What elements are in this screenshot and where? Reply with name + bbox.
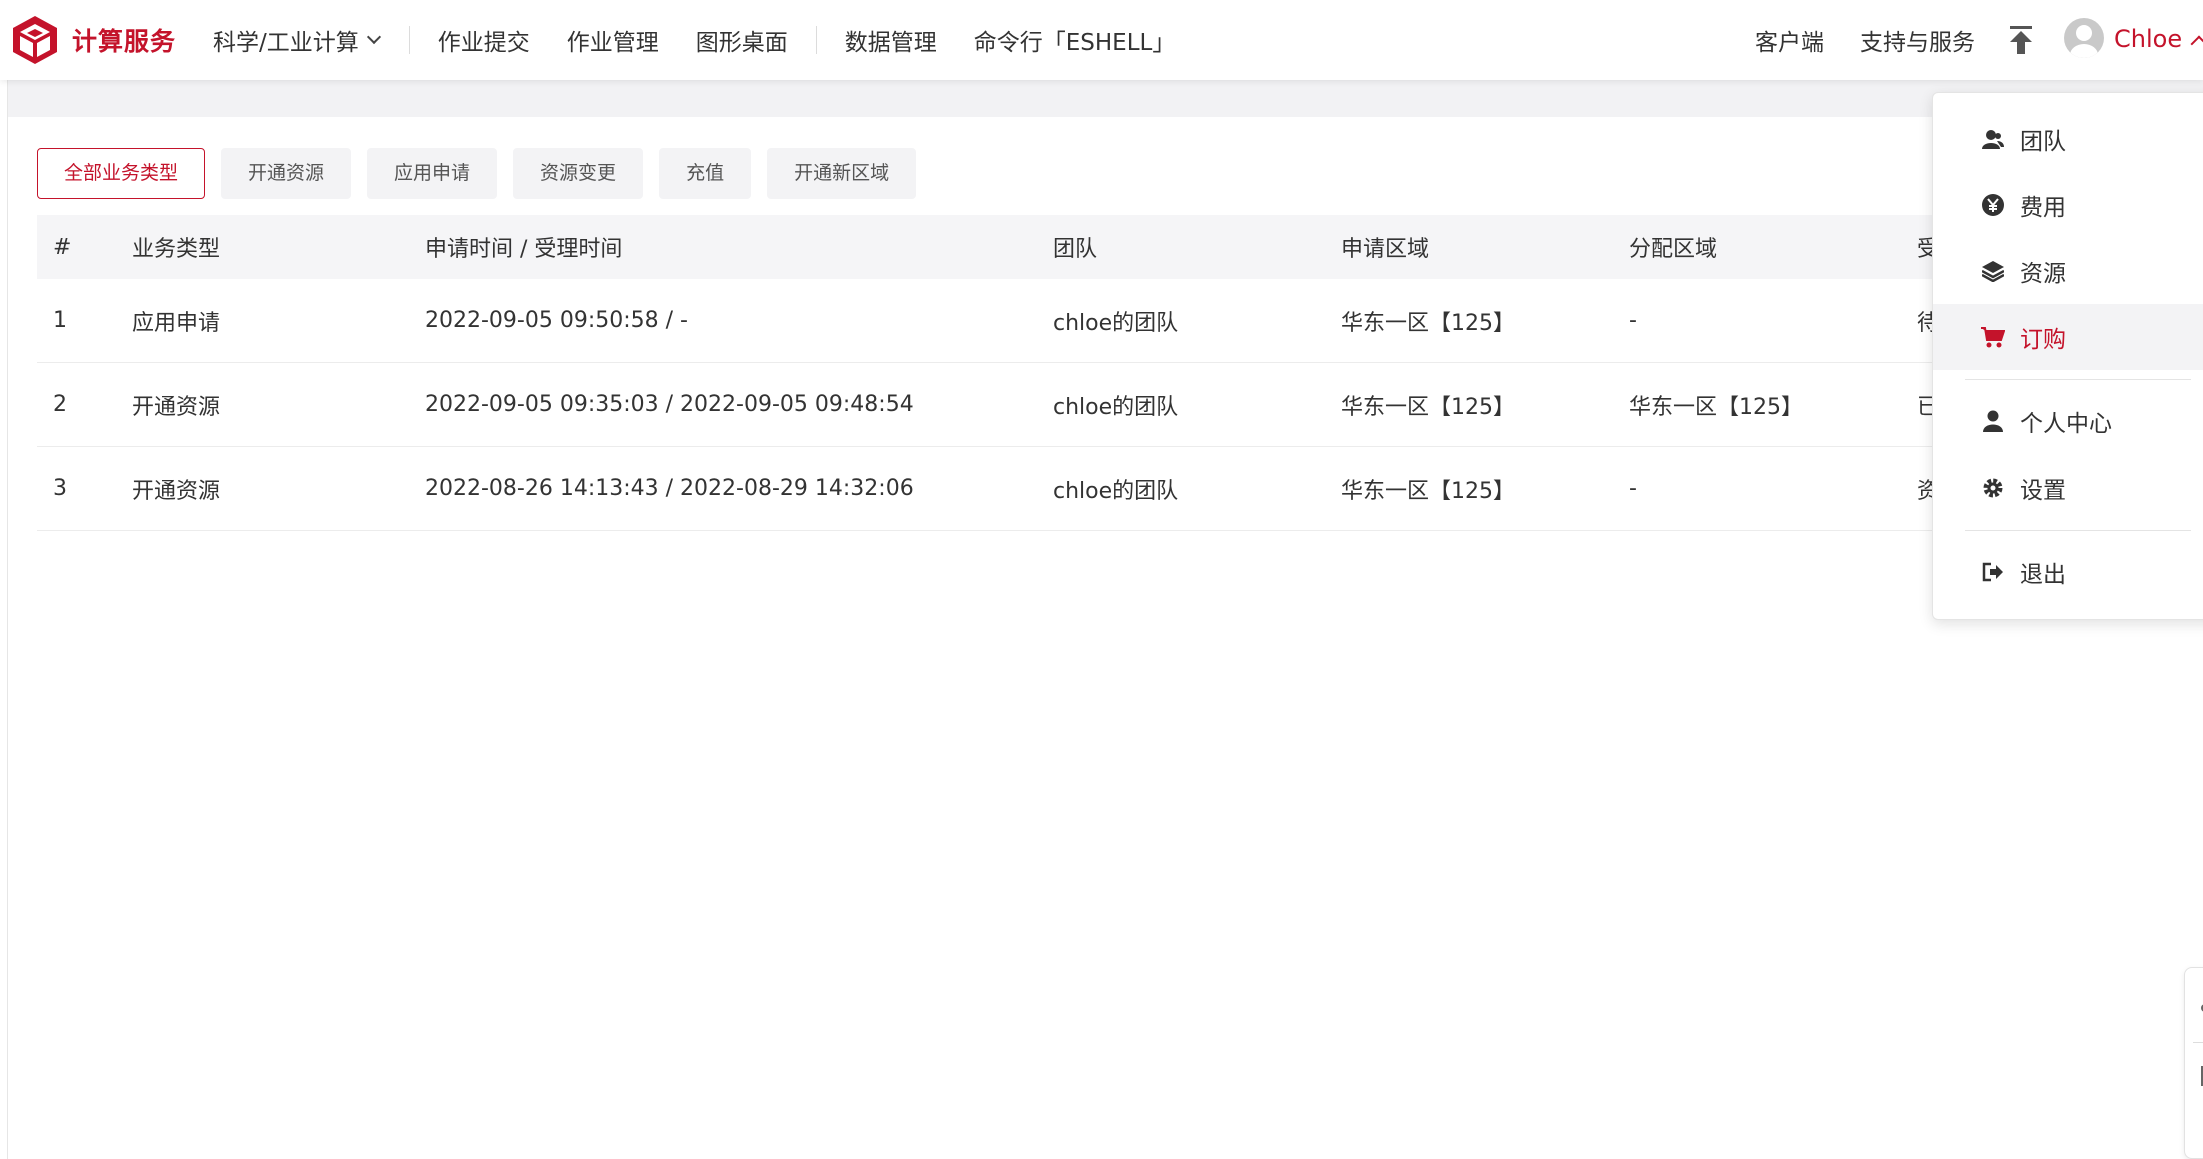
filter-resource-change[interactable]: 资源变更 xyxy=(513,148,644,199)
menu-item-cost[interactable]: 费用 xyxy=(1933,172,2203,238)
nav-label: 命令行「ESHELL」 xyxy=(973,30,1176,56)
logout-icon xyxy=(1981,560,2005,584)
cell-team: chloe的团队 xyxy=(1053,310,1179,336)
menu-item-label: 订购 xyxy=(2020,327,2066,353)
filter-open-resource[interactable]: 开通资源 xyxy=(221,148,352,199)
yen-coin-icon xyxy=(1981,193,2005,217)
cell-request-region: 华东一区【125】 xyxy=(1341,394,1515,420)
layers-icon xyxy=(1981,259,2005,283)
column-header-time: 申请时间 / 受理时间 xyxy=(425,237,623,262)
filter-all-types[interactable]: 全部业务类型 xyxy=(37,148,206,199)
menu-item-label: 退出 xyxy=(2020,562,2066,588)
menu-divider xyxy=(1965,530,2191,531)
menu-divider xyxy=(1965,379,2191,380)
filter-app-request[interactable]: 应用申请 xyxy=(367,148,498,199)
nav-label: 图形桌面 xyxy=(695,30,788,56)
cell-time: 2022-08-26 14:13:43 / 2022-08-29 14:32:0… xyxy=(425,476,914,501)
filter-recharge[interactable]: 充值 xyxy=(659,148,752,199)
cell-assigned-region: - xyxy=(1629,476,1637,501)
cell-type: 开通资源 xyxy=(132,394,221,420)
cell-index: 1 xyxy=(53,308,67,333)
nav-job-manage[interactable]: 作业管理 xyxy=(530,0,659,80)
filter-new-region[interactable]: 开通新区域 xyxy=(767,148,917,199)
brand-logo[interactable]: 计算服务 xyxy=(10,12,176,68)
cell-time: 2022-09-05 09:50:58 / - xyxy=(425,308,688,333)
orders-table: # 业务类型 申请时间 / 受理时间 团队 申请区域 分配区域 受 1 应用申请… xyxy=(37,215,2203,531)
menu-item-order[interactable]: 订购 xyxy=(1933,304,2203,370)
float-divider xyxy=(2193,1042,2203,1043)
user-dropdown-menu: 团队 费用 资源 订购 个人中心 设置 退出 xyxy=(1932,92,2203,620)
nav-science-computing[interactable]: 科学/工业计算 xyxy=(213,0,409,80)
table-header: # 业务类型 申请时间 / 受理时间 团队 申请区域 分配区域 受 xyxy=(37,215,2203,279)
menu-item-label: 设置 xyxy=(2020,478,2066,504)
cart-icon xyxy=(1981,325,2005,349)
chevron-up-icon[interactable] xyxy=(2190,35,2203,53)
cell-type: 应用申请 xyxy=(132,310,221,336)
column-header-team: 团队 xyxy=(1053,237,1098,262)
nav-job-submit[interactable]: 作业提交 xyxy=(410,0,530,80)
nav-label: 作业管理 xyxy=(566,30,659,56)
cell-assigned-region: - xyxy=(1629,308,1637,333)
cell-team: chloe的团队 xyxy=(1053,394,1179,420)
cell-time: 2022-09-05 09:35:03 / 2022-09-05 09:48:5… xyxy=(425,392,914,417)
nav-label: 支持与服务 xyxy=(1860,30,1975,56)
cell-type: 开通资源 xyxy=(132,478,221,504)
menu-item-team[interactable]: 团队 xyxy=(1933,106,2203,172)
menu-item-logout[interactable]: 退出 xyxy=(1933,539,2203,605)
cube-logo-icon xyxy=(13,16,57,64)
menu-item-profile[interactable]: 个人中心 xyxy=(1933,388,2203,454)
main-nav: 科学/工业计算 作业提交 作业管理 图形桌面 数据管理 命令行「ESHELL」 xyxy=(213,0,1175,80)
user-name[interactable]: Chloe xyxy=(2114,0,2182,80)
menu-item-resource[interactable]: 资源 xyxy=(1933,238,2203,304)
chevron-down-icon xyxy=(366,29,381,45)
content-header-band xyxy=(8,80,2203,117)
column-header-request-region: 申请区域 xyxy=(1341,237,1430,262)
menu-item-label: 资源 xyxy=(2020,261,2066,287)
table-row[interactable]: 2 开通资源 2022-09-05 09:35:03 / 2022-09-05 … xyxy=(37,363,2203,447)
table-row[interactable]: 3 开通资源 2022-08-26 14:13:43 / 2022-08-29 … xyxy=(37,447,2203,531)
team-icon xyxy=(1981,127,2005,151)
column-header-type: 业务类型 xyxy=(132,237,221,262)
gear-icon xyxy=(1981,476,2005,500)
content-left-border xyxy=(7,80,8,1159)
cell-request-region: 华东一区【125】 xyxy=(1341,310,1515,336)
table-row[interactable]: 1 应用申请 2022-09-05 09:50:58 / - chloe的团队 … xyxy=(37,279,2203,363)
brand-name: 计算服务 xyxy=(72,27,177,56)
cell-index: 3 xyxy=(53,476,67,501)
menu-item-label: 团队 xyxy=(2020,129,2066,155)
menu-item-settings[interactable]: 设置 xyxy=(1933,455,2203,521)
column-header-index: # xyxy=(53,234,72,260)
person-icon xyxy=(1981,409,2005,433)
nav-label: 科学/工业计算 xyxy=(213,30,359,56)
menu-item-label: 个人中心 xyxy=(2020,411,2112,437)
nav-label: 客户端 xyxy=(1755,30,1824,56)
column-header-assigned-region: 分配区域 xyxy=(1629,237,1718,262)
nav-support[interactable]: 支持与服务 xyxy=(1860,0,1975,80)
nav-label: 数据管理 xyxy=(844,30,937,56)
cell-team: chloe的团队 xyxy=(1053,478,1179,504)
upload-icon[interactable] xyxy=(2006,24,2036,56)
business-type-filters: 全部业务类型 开通资源 应用申请 资源变更 充值 开通新区域 xyxy=(37,148,917,199)
nav-label: 作业提交 xyxy=(437,30,530,56)
nav-eshell[interactable]: 命令行「ESHELL」 xyxy=(937,0,1176,80)
cell-request-region: 华东一区【125】 xyxy=(1341,478,1515,504)
nav-graphic-desktop[interactable]: 图形桌面 xyxy=(659,0,816,80)
menu-item-label: 费用 xyxy=(2020,195,2066,221)
nav-data-manage[interactable]: 数据管理 xyxy=(817,0,937,80)
top-navigation-bar: 计算服务 科学/工业计算 作业提交 作业管理 图形桌面 数据管理 命令行「ESH… xyxy=(0,0,2203,80)
side-float-toolbar[interactable] xyxy=(2184,967,2203,1159)
cell-index: 2 xyxy=(53,392,67,417)
cell-assigned-region: 华东一区【125】 xyxy=(1629,394,1803,420)
user-avatar-icon[interactable] xyxy=(2064,18,2104,58)
nav-client[interactable]: 客户端 xyxy=(1755,0,1824,80)
